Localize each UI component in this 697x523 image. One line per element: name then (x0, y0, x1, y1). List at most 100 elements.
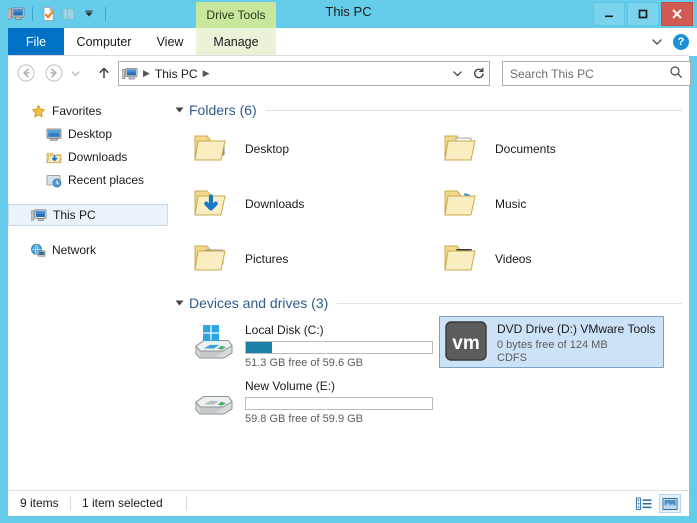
folder-item-documents[interactable]: Documents (441, 130, 556, 168)
title-bar: Drive Tools This PC (0, 0, 697, 28)
tab-computer[interactable]: Computer (64, 28, 144, 56)
ribbon-tab-strip: File Computer View Manage ? (0, 28, 697, 56)
details-view-icon[interactable] (633, 494, 655, 513)
section-title: Folders (6) (189, 102, 257, 118)
search-input[interactable]: Search This PC (510, 67, 669, 81)
network-icon (30, 242, 46, 258)
drive-item-dvd-d[interactable]: vm DVD Drive (D:) VMware Tools 0 bytes f… (439, 316, 664, 368)
drive-item-local-disk-c[interactable]: Local Disk (C:) 51.3 GB free of 59.6 GB (188, 318, 433, 372)
large-icons-view-icon[interactable] (659, 494, 681, 513)
help-glyph: ? (677, 36, 685, 48)
status-separator-1 (70, 496, 71, 510)
navigation-pane: Favorites Desktop Downloads Recent place… (8, 90, 168, 490)
maximize-button[interactable] (627, 2, 659, 26)
folder-item-pictures[interactable]: Pictures (191, 240, 288, 278)
contextual-tab-drive-tools[interactable]: Drive Tools (196, 2, 276, 28)
explorer-window: Drive Tools This PC File Computer View M… (0, 0, 697, 523)
customize-chevron-icon[interactable] (79, 4, 99, 24)
address-this-pc-icon (121, 66, 138, 82)
minimize-button[interactable] (593, 2, 625, 26)
help-icon[interactable]: ? (673, 34, 689, 50)
desktop-icon (46, 126, 62, 142)
drive-info: Local Disk (C:) 51.3 GB free of 59.6 GB (245, 321, 433, 369)
tab-file[interactable]: File (8, 28, 64, 56)
properties-icon[interactable] (39, 4, 59, 24)
drive-info: DVD Drive (D:) VMware Tools 0 bytes free… (497, 320, 655, 364)
sidebar-item-network[interactable]: Network (8, 239, 190, 261)
tab-manage-label: Manage (213, 35, 259, 49)
section-rule (265, 109, 682, 111)
tab-file-label: File (25, 35, 47, 49)
status-bar: 9 items 1 item selected (8, 490, 689, 516)
address-bar[interactable]: ▶ This PC ▶ (118, 61, 449, 86)
vmware-dvd-icon: vm (443, 320, 489, 362)
qat-separator-1 (32, 7, 33, 21)
section-header-folders[interactable]: Folders (6) (175, 102, 682, 118)
drive-capacity-text: 51.3 GB free of 59.6 GB (245, 357, 364, 369)
breadcrumb-separator-1[interactable]: ▶ (143, 68, 150, 79)
folder-label: Music (495, 197, 527, 211)
file-list-pane: Folders (6) Desktop Downloads Pictures D… (169, 90, 689, 490)
recent-places-icon (46, 172, 62, 188)
search-icon[interactable] (669, 65, 683, 82)
refresh-button[interactable] (467, 61, 490, 86)
downloads-folder-icon (46, 149, 62, 165)
new-folder-icon[interactable] (59, 4, 79, 24)
folder-item-videos[interactable]: Videos (441, 240, 531, 278)
pictures-folder-icon (191, 240, 235, 278)
folder-label: Pictures (245, 252, 289, 266)
tabstrip-left-edge (0, 28, 8, 56)
desktop-folder-icon (191, 130, 235, 168)
folder-item-desktop[interactable]: Desktop (191, 130, 289, 168)
collapse-ribbon-icon[interactable] (650, 35, 664, 49)
tab-manage[interactable]: Manage (196, 28, 276, 56)
breadcrumb-this-pc[interactable]: This PC (155, 67, 198, 81)
chevron-down-icon[interactable] (175, 300, 184, 306)
drive-name: Local Disk (C:) (245, 323, 324, 337)
back-button[interactable] (16, 63, 36, 83)
address-dropdown-button[interactable] (447, 61, 468, 86)
view-mode-buttons (633, 494, 681, 513)
sidebar-item-label: Downloads (68, 150, 128, 164)
sidebar-item-this-pc[interactable]: This PC (8, 204, 168, 226)
section-title: Devices and drives (3) (189, 295, 329, 311)
videos-folder-icon (441, 240, 485, 278)
sidebar-item-label: Favorites (52, 104, 102, 118)
sidebar-item-label: Desktop (68, 127, 113, 141)
content-area: Favorites Desktop Downloads Recent place… (8, 90, 689, 490)
ribbon-right-controls: ? (650, 28, 689, 56)
drive-icon (191, 377, 237, 419)
capacity-bar-fill (246, 342, 273, 353)
sidebar-item-label: Network (52, 243, 97, 257)
folder-item-downloads[interactable]: Downloads (191, 185, 304, 223)
this-pc-icon[interactable] (6, 4, 26, 24)
folder-label: Documents (495, 142, 556, 156)
sidebar-item-favorites[interactable]: Favorites (8, 100, 190, 122)
folder-item-music[interactable]: Music (441, 185, 526, 223)
music-folder-icon (441, 185, 485, 223)
folder-label: Desktop (245, 142, 290, 156)
drive-filesystem-text: CDFS (497, 352, 527, 364)
this-pc-icon (31, 207, 47, 223)
up-button[interactable] (94, 63, 114, 83)
downloads-folder-icon (191, 185, 235, 223)
folder-label: Downloads (245, 197, 305, 211)
drive-name: DVD Drive (D:) VMware Tools (497, 322, 656, 336)
capacity-bar (245, 397, 433, 410)
qat-separator-2 (105, 7, 106, 21)
recent-locations-icon[interactable] (70, 68, 81, 79)
close-button[interactable] (661, 2, 693, 26)
status-item-count: 9 items (20, 496, 59, 510)
forward-button[interactable] (44, 63, 64, 83)
star-icon (30, 103, 46, 119)
section-header-devices[interactable]: Devices and drives (3) (175, 295, 682, 311)
windows-drive-icon (191, 321, 237, 363)
breadcrumb-separator-2[interactable]: ▶ (203, 68, 210, 79)
chevron-down-icon[interactable] (175, 107, 184, 113)
tab-view[interactable]: View (144, 28, 196, 56)
status-separator-2 (186, 496, 187, 510)
search-box[interactable]: Search This PC (502, 61, 691, 86)
tab-view-label: View (156, 35, 184, 49)
drive-name: New Volume (E:) (245, 379, 336, 393)
drive-item-new-volume-e[interactable]: New Volume (E:) 59.8 GB free of 59.9 GB (188, 374, 433, 428)
